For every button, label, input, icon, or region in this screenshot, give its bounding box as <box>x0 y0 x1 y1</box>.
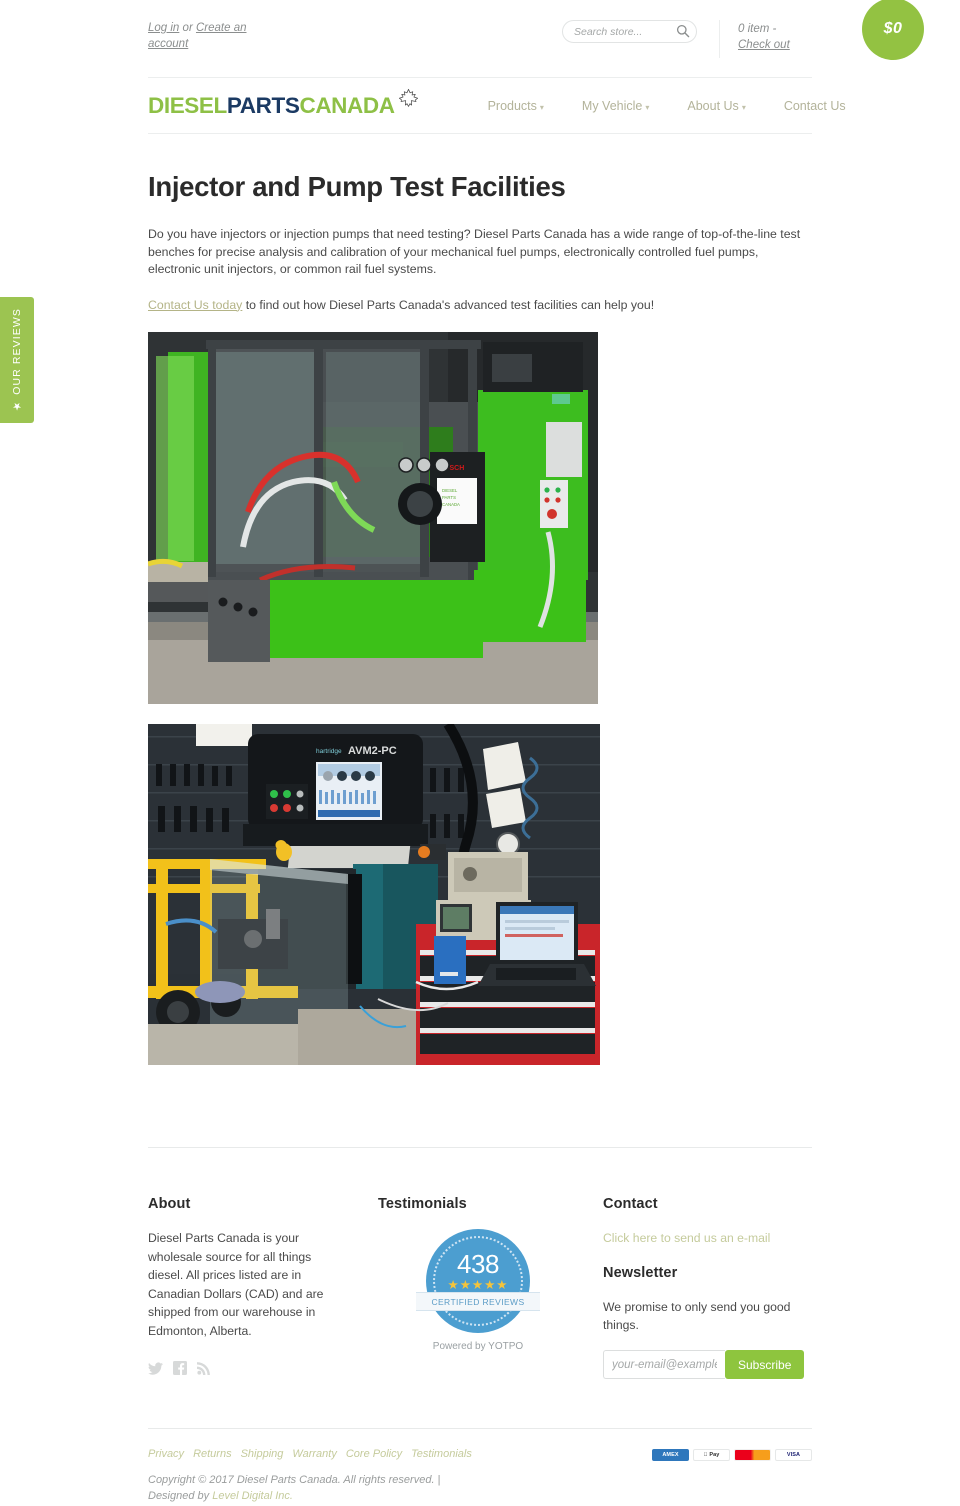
facebook-icon[interactable] <box>173 1361 187 1380</box>
subscribe-button[interactable]: Subscribe <box>725 1350 805 1379</box>
top-utility-bar: Log in or Create an account 0 it <box>148 0 924 78</box>
or-text: or <box>182 22 193 34</box>
cart-separator: - <box>772 23 777 35</box>
cta-paragraph-rest: to find out how Diesel Parts Canada's ad… <box>242 297 655 312</box>
chevron-down-icon: ▾ <box>645 102 650 112</box>
nav-label-about-us: About Us <box>687 98 739 113</box>
site-footer: About Diesel Parts Canada is your wholes… <box>148 1148 812 1380</box>
login-link[interactable]: Log in <box>148 22 179 34</box>
link-core-policy[interactable]: Core Policy <box>346 1448 402 1460</box>
chevron-down-icon: ▾ <box>741 102 746 112</box>
footer-column-about: About Diesel Parts Canada is your wholes… <box>148 1196 378 1380</box>
newsletter-heading: Newsletter <box>603 1265 678 1281</box>
nav-item-products[interactable]: Products ▾ <box>469 99 563 113</box>
about-text: Diesel Parts Canada is your wholesale so… <box>148 1231 324 1338</box>
page-title: Injector and Pump Test Facilities <box>148 171 566 202</box>
chevron-down-icon: ▾ <box>539 102 544 112</box>
test-bench-photo-1: BOSCH DIESEL PARTS CANADA <box>148 332 598 704</box>
yotpo-certified-reviews-badge[interactable]: 438 ★★★★★ CERTIFIED REVIEWS <box>416 1229 540 1333</box>
policy-links: Privacy Returns Shipping Warranty Core Polic… <box>148 1445 578 1462</box>
intro-paragraph: Do you have injectors or injection pumps… <box>148 227 801 276</box>
yotpo-badge-wrapper[interactable]: 438 ★★★★★ CERTIFIED REVIEWS Powered by Y… <box>378 1229 578 1352</box>
svg-text:AVM2-PC: AVM2-PC <box>348 745 397 757</box>
email-us-link[interactable]: Click here to send us an e-mail <box>603 1231 770 1245</box>
about-heading: About <box>148 1196 191 1212</box>
contact-us-today-link[interactable]: Contact Us today <box>148 298 242 312</box>
social-links <box>148 1361 378 1380</box>
payment-methods: AMEX  Pay VISA <box>652 1449 812 1461</box>
star-rating-icon: ★★★★★ <box>447 1278 509 1292</box>
cart-summary: 0 item - Check out <box>738 20 812 53</box>
svg-text:DIESEL: DIESEL <box>442 488 458 493</box>
site-logo[interactable]: DIESEL PARTS CANADA <box>148 88 421 119</box>
svg-text:hartridge: hartridge <box>316 748 342 755</box>
apple-pay-icon:  Pay <box>693 1449 730 1461</box>
checkout-link[interactable]: Check out <box>738 39 790 51</box>
link-shipping[interactable]: Shipping <box>241 1448 284 1460</box>
our-reviews-tab[interactable]: ★ OUR REVIEWS <box>0 297 34 423</box>
newsletter-form: Subscribe <box>603 1350 808 1379</box>
designer-link[interactable]: Level Digital Inc. <box>212 1490 293 1502</box>
main-content: Injector and Pump Test Facilities Do you… <box>148 134 812 1065</box>
visa-icon: VISA <box>775 1449 812 1461</box>
logo-text-canada: CANADA <box>299 92 395 118</box>
our-reviews-tab-label: ★ OUR REVIEWS <box>11 308 23 412</box>
copyright-text: Copyright © 2017 Diesel Parts Canada. Al… <box>148 1472 448 1504</box>
rss-icon[interactable] <box>197 1361 211 1380</box>
page-root: ★ OUR REVIEWS Log in or Create an accoun… <box>0 0 960 1504</box>
nav-item-my-vehicle[interactable]: My Vehicle ▾ <box>563 99 668 113</box>
logo-text-parts: PARTS <box>226 92 300 118</box>
cta-paragraph: Contact Us today to find out how Diesel … <box>148 297 810 315</box>
site-header: DIESEL PARTS CANADA Products ▾ My Vehicle ▾ … <box>148 78 846 134</box>
footer-column-contact: Contact Click here to send us an e-mail … <box>603 1196 808 1380</box>
cart-item-count: 0 item <box>738 23 770 35</box>
footer-bottom-bar: Privacy Returns Shipping Warranty Core Polic… <box>148 1429 812 1504</box>
main-navigation: Products ▾ My Vehicle ▾ About Us ▾ Contact … <box>469 99 865 113</box>
link-testimonials[interactable]: Testimonials <box>411 1448 472 1460</box>
svg-text:PARTS: PARTS <box>442 495 456 500</box>
test-bench-photo-2: AVM2-PC hartridge <box>148 724 600 1065</box>
copyright-line: Copyright © 2017 Diesel Parts Canada. Al… <box>148 1474 441 1502</box>
nav-label-my-vehicle: My Vehicle <box>581 98 643 113</box>
badge-review-count: 438 <box>457 1249 499 1279</box>
mastercard-icon <box>734 1449 771 1461</box>
account-links: Log in or Create an account <box>148 20 288 52</box>
newsletter-email-input[interactable] <box>603 1350 725 1379</box>
header-divider <box>719 20 720 58</box>
maple-leaf-icon <box>396 87 421 118</box>
search-box <box>562 20 697 43</box>
search-icon[interactable] <box>676 24 690 38</box>
cart-total-amount: $0 <box>883 20 903 37</box>
cart-total-badge[interactable]: $0 <box>862 0 924 60</box>
amex-icon: AMEX <box>652 1449 689 1461</box>
footer-column-testimonials: Testimonials 438 ★★★★★ CERTIFIED REVIEWS… <box>378 1196 603 1380</box>
contact-heading: Contact <box>603 1196 658 1212</box>
badge-powered-by: Powered by YOTPO <box>432 1341 524 1352</box>
badge-ribbon-label: CERTIFIED REVIEWS <box>416 1292 540 1311</box>
nav-item-about-us[interactable]: About Us ▾ <box>668 99 764 113</box>
link-warranty[interactable]: Warranty <box>292 1448 336 1460</box>
link-returns[interactable]: Returns <box>193 1448 232 1460</box>
svg-text:CANADA: CANADA <box>442 502 460 507</box>
logo-text-diesel: DIESEL <box>148 92 227 118</box>
link-privacy[interactable]: Privacy <box>148 1448 184 1460</box>
twitter-icon[interactable] <box>148 1361 163 1380</box>
testimonials-heading: Testimonials <box>378 1196 467 1212</box>
nav-label-products: Products <box>487 98 537 113</box>
nav-label-contact-us: Contact Us <box>783 98 846 113</box>
newsletter-description: We promise to only send you good things. <box>603 1300 791 1332</box>
nav-item-contact-us[interactable]: Contact Us <box>765 99 865 113</box>
